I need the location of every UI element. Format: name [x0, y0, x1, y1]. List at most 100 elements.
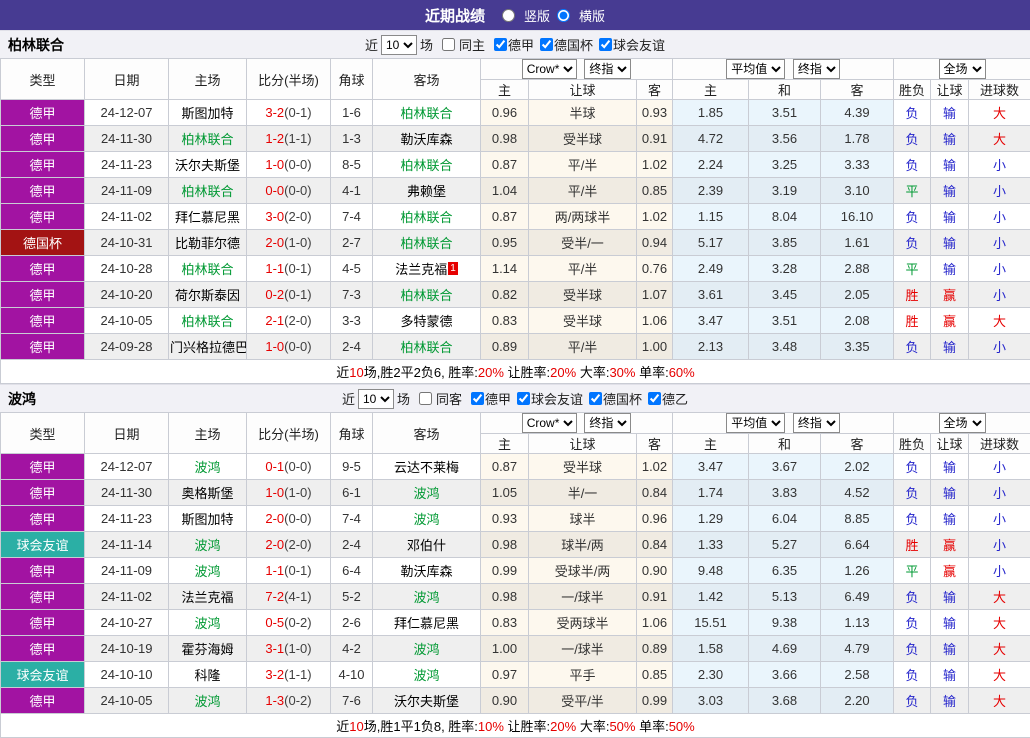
cell-date: 24-09-28 [85, 334, 169, 360]
games-count-select[interactable]: 10 [381, 35, 417, 55]
same-away-checkbox[interactable] [419, 392, 432, 405]
cell-match-type: 德甲 [1, 584, 85, 610]
cell-avg-draw: 3.56 [749, 126, 821, 152]
cell-avg-away: 1.26 [821, 558, 894, 584]
cell-odds-away: 0.90 [637, 558, 673, 584]
cell-result: 负 [894, 636, 931, 662]
average-stage-select[interactable]: 终指 [793, 59, 840, 79]
half-time-score: (2-0) [284, 537, 311, 552]
cell-away-team: 拜仁慕尼黑 [373, 610, 481, 636]
cell-match-type: 德甲 [1, 506, 85, 532]
cell-avg-away: 2.88 [821, 256, 894, 282]
cell-avg-home: 3.47 [673, 308, 749, 334]
sub-header-result: 胜负 [894, 434, 931, 454]
cell-away-team: 柏林联合 [373, 100, 481, 126]
cell-odds-away: 1.06 [637, 308, 673, 334]
odds-company-select[interactable]: Crow* [522, 413, 577, 433]
cell-score: 1-1(0-1) [247, 256, 331, 282]
average-stage-select[interactable]: 终指 [793, 413, 840, 433]
league-label: 德乙 [662, 389, 688, 408]
cell-odds-home: 0.89 [481, 334, 529, 360]
cell-date: 24-10-31 [85, 230, 169, 256]
table-row: 德甲24-10-05波鸿1-3(0-2)7-6沃尔夫斯堡0.90受平/半0.99… [1, 688, 1030, 714]
sub-header-result: 胜负 [894, 80, 931, 100]
cell-avg-home: 2.13 [673, 334, 749, 360]
match-scope-select[interactable]: 全场 [939, 59, 986, 79]
summary-text: 20% [478, 365, 504, 380]
cell-away-team: 柏林联合 [373, 204, 481, 230]
cell-goals: 小 [969, 532, 1030, 558]
cell-away-team: 沃尔夫斯堡 [373, 688, 481, 714]
cell-goals: 小 [969, 480, 1030, 506]
cell-corners: 4-2 [331, 636, 373, 662]
league-checkbox[interactable] [648, 392, 661, 405]
table-row: 德甲24-09-28门兴格拉德巴赫1-0(0-0)2-4柏林联合0.89平/半1… [1, 334, 1030, 360]
cell-date: 24-10-10 [85, 662, 169, 688]
cell-home-team: 拜仁慕尼黑 [169, 204, 247, 230]
cell-goals: 小 [969, 454, 1030, 480]
cell-odds-home: 0.98 [481, 532, 529, 558]
col-header-away: 客场 [373, 413, 481, 454]
cell-home-team: 法兰克福 [169, 584, 247, 610]
cell-match-type: 德甲 [1, 152, 85, 178]
cell-score: 1-2(1-1) [247, 126, 331, 152]
cell-odds-home: 1.14 [481, 256, 529, 282]
cell-corners: 8-5 [331, 152, 373, 178]
same-home-checkbox[interactable] [442, 38, 455, 51]
cell-avg-home: 2.30 [673, 662, 749, 688]
average-type-select[interactable]: 平均值 [726, 413, 785, 433]
match-scope-select[interactable]: 全场 [939, 413, 986, 433]
cell-match-type: 德甲 [1, 688, 85, 714]
league-label: 德国杯 [554, 35, 593, 54]
odds-stage-select[interactable]: 终指 [584, 413, 631, 433]
league-checkbox[interactable] [517, 392, 530, 405]
cell-home-team: 柏林联合 [169, 256, 247, 282]
table-row: 球会友谊24-10-10科隆3-2(1-1)4-10波鸿0.97平手0.852.… [1, 662, 1030, 688]
cell-match-type: 德甲 [1, 610, 85, 636]
league-checkbox[interactable] [540, 38, 553, 51]
cell-result: 胜 [894, 308, 931, 334]
games-count-select[interactable]: 10 [358, 389, 394, 409]
cell-odds-home: 1.04 [481, 178, 529, 204]
cell-handicap: 受平/半 [529, 688, 637, 714]
cell-home-team: 沃尔夫斯堡 [169, 152, 247, 178]
cell-date: 24-12-07 [85, 454, 169, 480]
cell-home-team: 波鸿 [169, 610, 247, 636]
cell-avg-draw: 3.67 [749, 454, 821, 480]
league-checkbox[interactable] [599, 38, 612, 51]
cell-odds-away: 0.96 [637, 506, 673, 532]
cell-avg-draw: 6.35 [749, 558, 821, 584]
cell-avg-home: 3.61 [673, 282, 749, 308]
cell-odds-home: 1.00 [481, 636, 529, 662]
summary-text: 单率: [635, 365, 668, 380]
half-time-score: (0-1) [284, 261, 311, 276]
radio-horizontal-layout[interactable] [557, 9, 570, 22]
section-bar-team2: 波鸿 近 10 场 同客 德甲球会友谊德国杯德乙 [0, 384, 1030, 412]
half-time-score: (1-1) [284, 131, 311, 146]
col-header-date: 日期 [85, 413, 169, 454]
cell-avg-away: 1.78 [821, 126, 894, 152]
cell-corners: 2-7 [331, 230, 373, 256]
cell-result: 平 [894, 558, 931, 584]
cell-away-team: 柏林联合 [373, 152, 481, 178]
league-checkbox[interactable] [471, 392, 484, 405]
cell-result: 负 [894, 610, 931, 636]
league-label: 球会友谊 [613, 35, 665, 54]
average-type-select[interactable]: 平均值 [726, 59, 785, 79]
cell-avg-draw: 6.04 [749, 506, 821, 532]
cell-date: 24-11-30 [85, 480, 169, 506]
radio-vertical-layout[interactable] [502, 9, 515, 22]
cell-result: 负 [894, 152, 931, 178]
odds-company-select[interactable]: Crow* [522, 59, 577, 79]
full-time-score: 1-1 [265, 261, 284, 276]
league-checkbox[interactable] [589, 392, 602, 405]
odds-stage-select[interactable]: 终指 [584, 59, 631, 79]
cell-match-type: 德甲 [1, 636, 85, 662]
cell-match-type: 德甲 [1, 178, 85, 204]
league-checkbox[interactable] [494, 38, 507, 51]
cell-corners: 1-3 [331, 126, 373, 152]
cell-handicap-result: 输 [931, 100, 969, 126]
col-header-score: 比分(半场) [247, 413, 331, 454]
cell-match-type: 球会友谊 [1, 532, 85, 558]
cell-goals: 小 [969, 558, 1030, 584]
